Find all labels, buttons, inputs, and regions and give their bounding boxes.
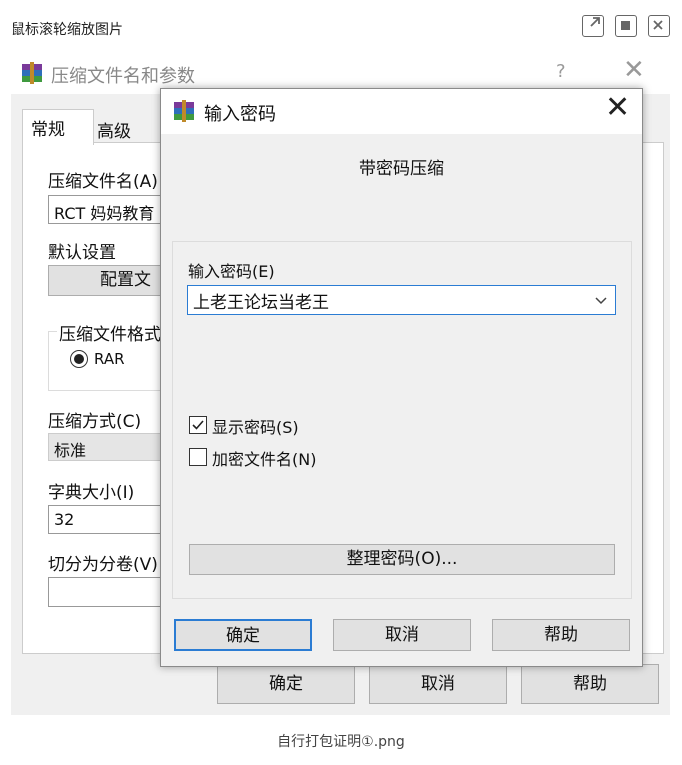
fullscreen-icon[interactable]: [615, 15, 637, 37]
tab-general-label: 常规: [31, 120, 65, 140]
password-dialog-titlebar: 输入密码 ✕: [161, 89, 642, 134]
rar-radio-label: RAR: [94, 350, 125, 368]
show-password-checkbox[interactable]: [189, 416, 207, 434]
encrypt-filenames-label: 加密文件名(N): [212, 450, 317, 469]
method-label: 压缩方式(C): [48, 412, 142, 432]
chevron-down-icon[interactable]: [594, 292, 608, 311]
ok-button[interactable]: 确定: [217, 664, 355, 704]
password-help-button[interactable]: 帮助: [492, 619, 630, 651]
help-button[interactable]: 帮助: [521, 664, 659, 704]
password-dialog-subtitle: 带密码压缩: [359, 159, 444, 179]
viewer-title: 鼠标滚轮缩放图片: [11, 22, 123, 38]
password-dialog: 输入密码 ✕ 带密码压缩 输入密码(E) 上老王论坛当老王 显示密码(S) 加密…: [160, 88, 643, 667]
cancel-button[interactable]: 取消: [369, 664, 507, 704]
help-icon[interactable]: ?: [556, 61, 566, 82]
rar-radio[interactable]: [70, 350, 88, 368]
format-group-label: 压缩文件格式: [57, 320, 163, 345]
enter-password-label: 输入密码(E): [188, 262, 275, 281]
checkmark-icon: [192, 420, 204, 430]
winrar-icon: [21, 62, 43, 84]
archive-name-input[interactable]: RCT 妈妈教育: [48, 195, 178, 224]
dictionary-select[interactable]: 32: [48, 505, 178, 534]
winrar-icon: [173, 100, 195, 122]
password-combobox[interactable]: 上老王论坛当老王: [187, 285, 616, 315]
close-icon[interactable]: [648, 15, 670, 37]
split-volumes-input[interactable]: [48, 577, 178, 607]
password-dialog-title: 输入密码: [204, 104, 276, 125]
tab-advanced[interactable]: 高级: [97, 117, 131, 142]
external-link-icon[interactable]: [582, 15, 604, 37]
dictionary-label: 字典大小(I): [48, 483, 135, 503]
password-ok-button[interactable]: 确定: [174, 619, 312, 651]
close-icon[interactable]: ✕: [623, 57, 645, 83]
password-value: 上老王论坛当老王: [193, 293, 329, 313]
archive-name-label: 压缩文件名(A): [48, 172, 158, 192]
show-password-label: 显示密码(S): [212, 418, 299, 437]
profiles-button[interactable]: 配置文: [48, 265, 178, 296]
archive-dialog-title: 压缩文件名和参数: [51, 66, 195, 87]
organize-passwords-button[interactable]: 整理密码(O)...: [189, 544, 615, 575]
encrypt-filenames-checkbox[interactable]: [189, 448, 207, 466]
method-select[interactable]: 标准: [48, 433, 178, 461]
close-icon[interactable]: ✕: [605, 93, 630, 123]
password-cancel-button[interactable]: 取消: [333, 619, 471, 651]
split-volumes-label: 切分为分卷(V): [48, 555, 158, 575]
image-caption: 自行打包证明①.png: [277, 734, 405, 750]
default-settings-label: 默认设置: [48, 243, 116, 263]
